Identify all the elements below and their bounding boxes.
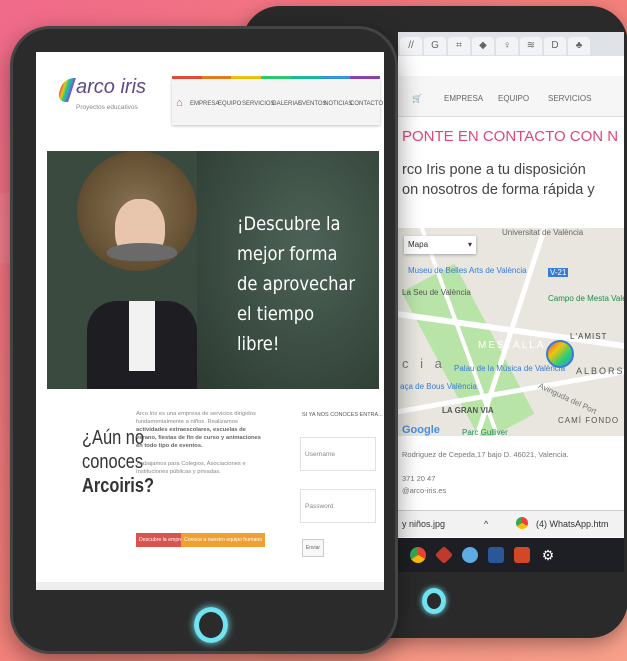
contact-heading: PONTE EN CONTACTO CON N [402, 128, 619, 145]
app-icon[interactable] [434, 545, 454, 565]
username-field[interactable]: Username [300, 437, 376, 471]
map-label: V-21 [548, 268, 569, 277]
nav-empresa[interactable]: EMPRESA [444, 94, 483, 103]
google-logo: Google [402, 424, 440, 436]
map-type-label: Mapa [408, 240, 429, 249]
browser-tab[interactable]: // [400, 37, 422, 55]
browser-tab[interactable]: ♀ [496, 37, 518, 55]
app-icon[interactable] [462, 547, 478, 563]
map-label: Universitat de València [502, 228, 584, 237]
back-tablet-screen: // G ⌗ ◆ ♀ ≋ D ♣ 🛒 EMPRESA EQUIPO SERVIC… [398, 32, 624, 572]
intro-line: on nosotros de forma rápida y [402, 182, 595, 198]
password-field[interactable]: Password [300, 489, 376, 523]
os-taskbar: ⚙ [398, 538, 624, 572]
nav-servicios[interactable]: SERVICIOS [548, 94, 591, 103]
site-nav: ⌂ EMPRESA EQUIPO SERVICIOS GALERIAS EVEN… [172, 79, 383, 125]
chevron-down-icon: ▾ [467, 240, 472, 249]
home-icon[interactable]: ⌂ [176, 97, 183, 109]
contact-intro: rco Iris pone a tu disposición on nosotr… [402, 160, 595, 200]
submit-button[interactable]: Enviar [302, 539, 324, 557]
word-icon[interactable] [488, 547, 504, 563]
browser-tab-bar: // G ⌗ ◆ ♀ ≋ D ♣ [398, 32, 624, 56]
site-nav: 🛒 EMPRESA EQUIPO SERVICIOS [398, 76, 624, 117]
intro-text-bold: actividades extraescolares, escuelas de … [136, 427, 262, 449]
browser-tab[interactable]: ≋ [520, 37, 542, 55]
mustache [107, 243, 177, 261]
browser-tab[interactable]: G [424, 37, 446, 55]
intro-line: rco Iris pone a tu disposición [402, 162, 586, 178]
hero-banner: ¡Descubre la mejor forma de aprovechar e… [47, 151, 379, 389]
nav-equipo[interactable]: EQUIPO [218, 101, 241, 107]
browser-tab[interactable]: ♣ [568, 37, 590, 55]
downloads-bar: y niños.jpg ^ (4) WhatsApp.htm [398, 510, 624, 537]
hero-headline: ¡Descubre la mejor forma de aprovechar e… [237, 213, 356, 355]
nav-contacto[interactable]: CONTACTO [350, 101, 383, 107]
question-brand: Arcoiris? [82, 475, 155, 497]
chevron-up-icon[interactable]: ^ [484, 519, 488, 529]
map-label: L'AMIST [570, 332, 608, 341]
map-label: Museu de Belles Arts de València [408, 266, 527, 275]
chrome-icon[interactable] [410, 547, 426, 563]
logo-text: arco iris [76, 76, 147, 98]
map-label: ALBORS [576, 366, 624, 376]
map-label: LA GRAN VIA [442, 406, 494, 415]
nav-eventos[interactable]: EVENTOS [298, 101, 327, 107]
cart-icon[interactable]: 🛒 [412, 94, 422, 103]
map-label: c i a [402, 356, 446, 371]
intro-paragraph: Arco Iris es una empresa de servicios di… [136, 410, 268, 476]
footer-strip [36, 582, 384, 590]
login-title: SI YA NOS CONOCES ENTRA... [302, 412, 383, 418]
map-label: Campo de Mesta Valencia CF [548, 294, 624, 303]
hero-child-shirt [129, 301, 155, 371]
map-label: La Seu de València [402, 288, 471, 297]
rainbow-logo-icon [56, 78, 76, 102]
gear-icon[interactable]: ⚙ [540, 547, 556, 563]
intro-text: Trabajamos para Colegios, Asociaciones e… [136, 461, 246, 475]
map-type-select[interactable]: Mapa ▾ [404, 236, 476, 254]
logo-subtitle: Proyectos educativos [76, 104, 138, 111]
browser-tab[interactable]: ⌗ [448, 37, 470, 55]
intro-text: Arco Iris es una empresa de servicios di… [136, 411, 256, 425]
map-label: CAMÍ FONDO [558, 416, 620, 425]
map-label: Avinguda del Port [537, 381, 598, 416]
home-button[interactable] [194, 607, 228, 643]
address-line: Rodriguez de Cepeda,17 bajo D. 46021, Va… [402, 450, 569, 459]
map-label: Palau de la Música de València [454, 364, 566, 373]
home-button[interactable] [422, 588, 446, 614]
nav-empresa[interactable]: EMPRESA [190, 101, 219, 107]
meet-team-button[interactable]: Conoce a nuestro equipo humano [181, 533, 266, 547]
address-bar[interactable] [398, 56, 624, 77]
powerpoint-icon[interactable] [514, 547, 530, 563]
phone-line: 371 20 47 [402, 474, 436, 483]
google-map[interactable]: Mapa ▾ Universitat de València Museu de … [398, 228, 624, 436]
map-label: MESTALLA [478, 340, 546, 351]
front-tablet-screen: arco iris Proyectos educativos ⌂ EMPRESA… [36, 52, 384, 590]
nav-equipo[interactable]: EQUIPO [498, 94, 529, 103]
nav-noticias[interactable]: NOTICIAS [324, 101, 352, 107]
chrome-icon [516, 517, 528, 529]
map-label: aça de Bous València [400, 382, 477, 391]
browser-tab[interactable]: D [544, 37, 566, 55]
nav-servicios[interactable]: SERVICIOS [242, 101, 275, 107]
location-pin-icon[interactable] [546, 340, 574, 368]
email-line: @arco-iris.es [402, 486, 447, 495]
download-item[interactable]: (4) WhatsApp.htm [536, 519, 609, 529]
download-item[interactable]: y niños.jpg [402, 519, 445, 529]
browser-tab[interactable]: ◆ [472, 37, 494, 55]
map-label: Parc Gulliver [462, 428, 508, 436]
